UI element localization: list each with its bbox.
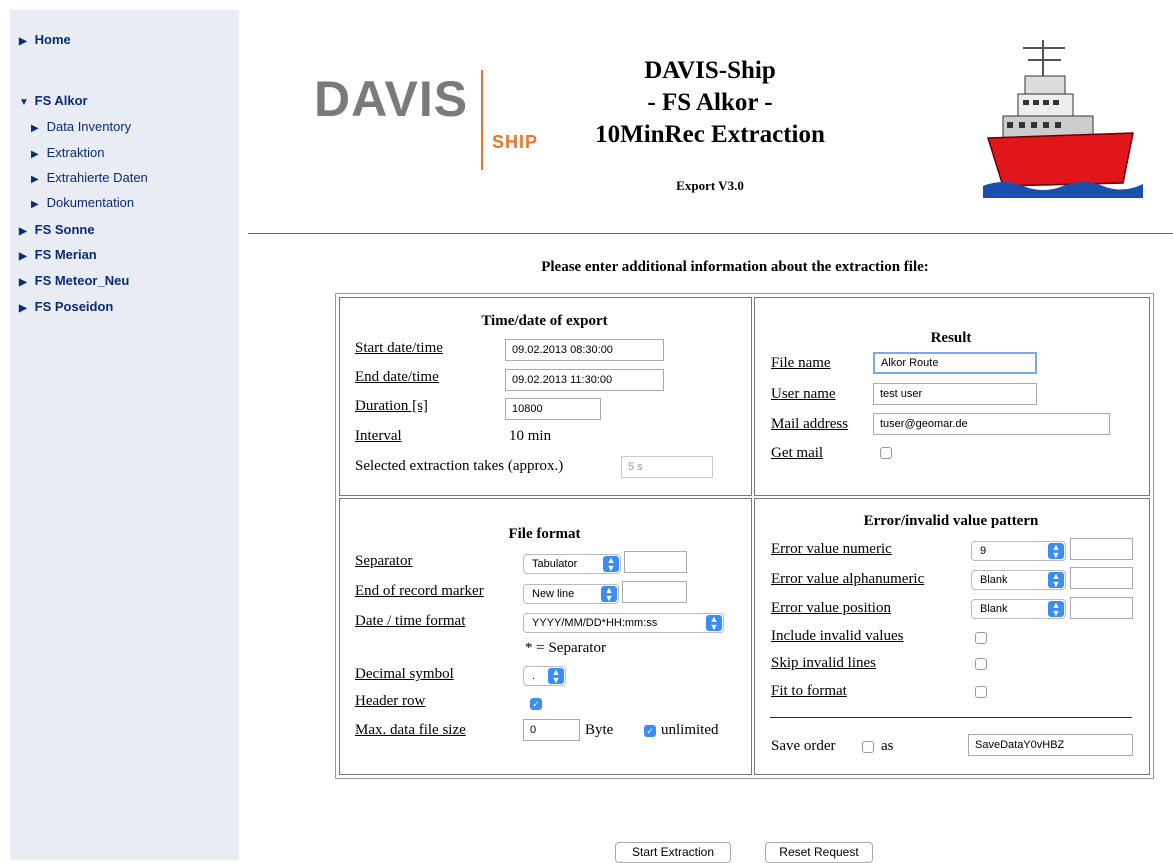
nav-fs-merian[interactable]: ▶ FS Merian — [19, 247, 97, 262]
end-of-record-select[interactable]: New line ▲ ▼ — [523, 584, 619, 604]
end-date-input[interactable]: 09.02.2013 11:30:00 — [505, 369, 664, 391]
fit-to-format-label: Fit to format — [771, 683, 847, 699]
nav-fs-meteor-neu[interactable]: ▶ FS Meteor_Neu — [19, 273, 129, 288]
start-date-label: Start date/time — [355, 340, 443, 356]
user-name-label: User name — [771, 386, 836, 402]
end-of-record-custom-input[interactable] — [622, 581, 687, 603]
select-arrows-icon: ▲ ▼ — [1048, 543, 1064, 560]
include-invalid-checkbox[interactable] — [975, 632, 987, 644]
get-mail-checkbox[interactable] — [880, 447, 892, 459]
select-arrows-icon: ▲ ▼ — [601, 586, 617, 603]
file-name-input[interactable]: Alkor Route — [873, 352, 1037, 374]
expand-arrow-icon: ▶ — [19, 226, 27, 237]
nav-home[interactable]: ▶ Home — [19, 32, 71, 47]
interval-label: Interval — [355, 428, 402, 444]
nav-fs-poseidon[interactable]: ▶ FS Poseidon — [19, 299, 113, 314]
error-position-label: Error value position — [771, 600, 891, 616]
select-arrows-icon: ▲ ▼ — [1048, 601, 1064, 618]
expand-arrow-icon: ▶ — [31, 174, 39, 185]
mail-address-label: Mail address — [771, 416, 849, 432]
nav-dokumentation[interactable]: ▶ Dokumentation — [31, 195, 134, 210]
expand-arrow-icon: ▶ — [31, 199, 39, 210]
include-invalid-label: Include invalid values — [771, 628, 904, 644]
extraction-time-label: Selected extraction takes (approx.) — [355, 458, 564, 474]
error-alphanumeric-label: Error value alphanumeric — [771, 571, 925, 587]
select-arrows-icon: ▲ ▼ — [1048, 572, 1064, 589]
format-section-title: File format — [508, 526, 581, 542]
duration-label: Duration [s] — [355, 398, 428, 414]
separator-custom-input[interactable] — [624, 551, 687, 573]
ship-icon — [983, 40, 1143, 198]
separator-note: * = Separator — [525, 640, 606, 656]
header-divider — [248, 233, 1173, 234]
byte-unit: Byte — [585, 722, 614, 738]
select-arrows-icon: ▲ ▼ — [548, 668, 564, 685]
form-instructions: Please enter additional information abou… — [541, 259, 929, 275]
start-date-input[interactable]: 09.02.2013 08:30:00 — [505, 339, 664, 361]
expand-arrow-icon: ▶ — [19, 36, 27, 47]
max-file-size-label: Max. data file size — [355, 722, 466, 738]
version-label: Export V3.0 — [676, 178, 744, 193]
time-section-title: Time/date of export — [481, 313, 608, 329]
save-order-name-input[interactable]: SaveDataY0vHBZ — [968, 734, 1133, 756]
error-section-title: Error/invalid value pattern — [863, 513, 1039, 529]
header-row-checkbox[interactable]: ✓ — [530, 698, 542, 710]
save-order-label: Save order — [771, 738, 836, 754]
end-date-label: End date/time — [355, 369, 439, 385]
section-divider — [770, 717, 1132, 718]
file-name-label: File name — [771, 355, 831, 371]
expand-arrow-icon: ▶ — [31, 149, 39, 160]
expand-arrow-icon: ▶ — [19, 303, 27, 314]
nav-data-inventory[interactable]: ▶ Data Inventory — [31, 119, 131, 134]
logo-divider — [481, 70, 483, 170]
nav-fs-sonne[interactable]: ▶ FS Sonne — [19, 222, 95, 237]
mail-address-input[interactable]: tuser@geomar.de — [873, 413, 1110, 435]
max-file-size-input[interactable]: 0 — [523, 719, 580, 741]
result-section-title: Result — [930, 330, 972, 346]
duration-input[interactable]: 10800 — [505, 398, 601, 420]
decimal-symbol-label: Decimal symbol — [355, 666, 454, 682]
error-numeric-custom-input[interactable] — [1070, 538, 1133, 560]
expand-arrow-icon: ▶ — [19, 277, 27, 288]
ship-logo-text: SHIP — [492, 132, 539, 152]
extraction-time-field: 5 s — [621, 456, 713, 478]
skip-invalid-checkbox[interactable] — [975, 658, 987, 670]
decimal-symbol-select[interactable]: . ▲ ▼ — [523, 666, 566, 686]
expand-arrow-icon: ▶ — [19, 251, 27, 262]
separator-label: Separator — [355, 553, 413, 569]
end-of-record-label: End of record marker — [355, 583, 484, 599]
collapse-arrow-icon: ▼ — [19, 97, 29, 108]
expand-arrow-icon: ▶ — [31, 123, 39, 134]
error-alphanumeric-select[interactable]: Blank ▲ ▼ — [971, 570, 1066, 590]
error-numeric-label: Error value numeric — [771, 541, 892, 557]
davis-logo: DAVIS — [314, 71, 469, 127]
header-row-label: Header row — [355, 693, 426, 709]
separator-select[interactable]: Tabulator ▲ ▼ — [523, 554, 621, 574]
as-label: as — [881, 738, 894, 754]
interval-value: 10 min — [509, 428, 552, 444]
unlimited-label: unlimited — [661, 722, 719, 738]
select-arrows-icon: ▲ ▼ — [603, 556, 619, 573]
date-time-format-label: Date / time format — [355, 613, 466, 629]
page-title: DAVIS-Ship - FS Alkor - 10MinRec Extract… — [595, 57, 825, 148]
user-name-input[interactable]: test user — [873, 383, 1037, 405]
fit-to-format-checkbox[interactable] — [975, 686, 987, 698]
nav-extrahierte-daten[interactable]: ▶ Extrahierte Daten — [31, 170, 148, 185]
select-arrows-icon: ▲ ▼ — [706, 615, 722, 632]
error-position-custom-input[interactable] — [1070, 597, 1133, 619]
save-order-checkbox[interactable] — [862, 741, 874, 753]
error-numeric-select[interactable]: 9 ▲ ▼ — [971, 541, 1066, 561]
skip-invalid-label: Skip invalid lines — [771, 655, 876, 671]
nav-extraktion[interactable]: ▶ Extraktion — [31, 145, 104, 160]
nav-fs-alkor[interactable]: ▼ FS Alkor — [19, 93, 88, 108]
sidebar — [10, 10, 239, 860]
unlimited-checkbox[interactable]: ✓ — [644, 725, 656, 737]
error-alphanumeric-custom-input[interactable] — [1070, 567, 1133, 589]
get-mail-label: Get mail — [771, 445, 824, 461]
date-time-format-select[interactable]: YYYY/MM/DD*HH:mm:ss ▲ ▼ — [523, 613, 724, 633]
error-position-select[interactable]: Blank ▲ ▼ — [971, 599, 1066, 619]
